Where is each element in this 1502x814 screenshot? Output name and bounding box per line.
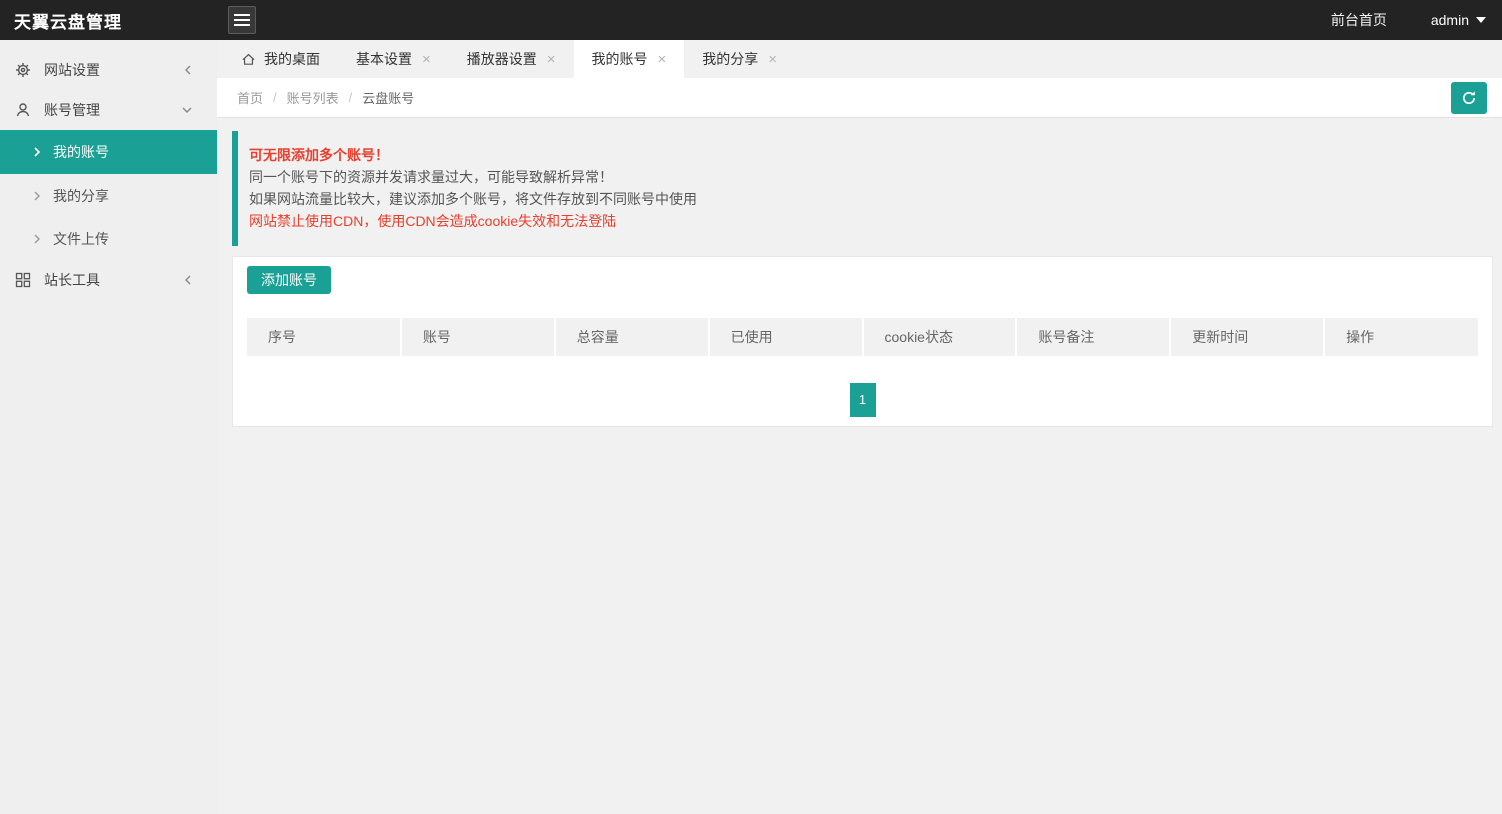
tab-label: 我的分享 (702, 49, 758, 69)
tab-bar: 我的桌面 基本设置 × 播放器设置 × 我的账号 × 我的分享 × (217, 40, 1502, 78)
column-header-used: 已使用 (709, 318, 863, 356)
sidebar-item-label: 网站设置 (44, 60, 100, 80)
notice-line: 同一个账号下的资源并发请求量过大，可能导致解析异常！ (249, 166, 1478, 188)
gear-icon (15, 62, 31, 78)
main-area: 我的桌面 基本设置 × 播放器设置 × 我的账号 × 我的分享 × 首页 / 账… (217, 40, 1502, 814)
breadcrumb-separator: / (349, 90, 353, 105)
column-header-account: 账号 (401, 318, 555, 356)
notice-line: 可无限添加多个账号！ (249, 144, 1478, 166)
column-header-actions: 操作 (1324, 318, 1478, 356)
tab-my-accounts[interactable]: 我的账号 × (574, 40, 685, 78)
column-header-index: 序号 (247, 318, 401, 356)
notice-line: 网站禁止使用CDN，使用CDN会造成cookie失效和无法登陆 (249, 210, 1478, 232)
home-icon (241, 52, 256, 67)
page-content: 可无限添加多个账号！ 同一个账号下的资源并发请求量过大，可能导致解析异常！ 如果… (217, 118, 1502, 427)
empty-table-body (247, 356, 1478, 383)
close-icon[interactable]: × (422, 52, 431, 67)
hamburger-icon (234, 13, 250, 27)
sidebar-item-label: 站长工具 (44, 270, 100, 290)
tab-my-shares[interactable]: 我的分享 × (684, 40, 795, 78)
chevron-left-icon (183, 64, 193, 76)
chevron-right-icon (33, 146, 41, 158)
close-icon[interactable]: × (547, 52, 556, 67)
refresh-icon (1461, 90, 1477, 106)
sidebar-item-label: 账号管理 (44, 100, 100, 120)
page-number-button[interactable]: 1 (850, 383, 876, 417)
tab-label: 我的账号 (592, 49, 648, 69)
tab-label: 播放器设置 (467, 49, 537, 69)
breadcrumb: 首页 / 账号列表 / 云盘账号 (217, 78, 1502, 118)
top-header: 天翼云盘管理 前台首页 admin (0, 0, 1502, 40)
chevron-left-icon (183, 274, 193, 286)
grid-icon (15, 272, 31, 288)
sidebar-item-my-shares[interactable]: 我的分享 (0, 174, 217, 217)
app-title: 天翼云盘管理 (0, 8, 217, 33)
caret-down-icon (1476, 17, 1486, 23)
sidebar-item-label: 文件上传 (53, 229, 109, 249)
tab-label: 我的桌面 (264, 49, 320, 69)
user-menu[interactable]: admin (1431, 12, 1486, 28)
sidebar-item-account-management[interactable]: 账号管理 (0, 90, 217, 130)
sidebar-item-label: 我的分享 (53, 186, 109, 206)
sidebar: 网站设置 账号管理 我的账号 我的分享 文件上传 (0, 40, 217, 814)
column-header-account-remark: 账号备注 (1016, 318, 1170, 356)
table-header-row: 序号 账号 总容量 已使用 cookie状态 账号备注 更新时间 操作 (247, 318, 1478, 356)
frontend-home-link[interactable]: 前台首页 (1331, 10, 1387, 30)
sidebar-item-label: 我的账号 (53, 142, 109, 162)
chevron-right-icon (33, 233, 41, 245)
column-header-update-time: 更新时间 (1170, 318, 1324, 356)
column-header-cookie-status: cookie状态 (863, 318, 1017, 356)
user-icon (15, 102, 31, 118)
breadcrumb-account-list[interactable]: 账号列表 (287, 88, 339, 107)
column-header-total-capacity: 总容量 (555, 318, 709, 356)
add-account-button[interactable]: 添加账号 (247, 266, 331, 294)
sidebar-item-webmaster-tools[interactable]: 站长工具 (0, 260, 217, 300)
tab-basic-settings[interactable]: 基本设置 × (338, 40, 449, 78)
notice-block: 可无限添加多个账号！ 同一个账号下的资源并发请求量过大，可能导致解析异常！ 如果… (232, 131, 1493, 246)
tab-player-settings[interactable]: 播放器设置 × (449, 40, 574, 78)
username: admin (1431, 12, 1469, 28)
sidebar-item-site-settings[interactable]: 网站设置 (0, 50, 217, 90)
breadcrumb-separator: / (273, 90, 277, 105)
notice-line: 如果网站流量比较大，建议添加多个账号，将文件存放到不同账号中使用 (249, 188, 1478, 210)
chevron-right-icon (33, 190, 41, 202)
sidebar-item-file-upload[interactable]: 文件上传 (0, 217, 217, 260)
tab-my-desktop[interactable]: 我的桌面 (223, 40, 338, 78)
tab-label: 基本设置 (356, 49, 412, 69)
close-icon[interactable]: × (658, 52, 667, 67)
chevron-down-icon (181, 105, 193, 115)
breadcrumb-home[interactable]: 首页 (237, 88, 263, 107)
sidebar-item-my-accounts[interactable]: 我的账号 (0, 130, 217, 174)
sidebar-toggle-button[interactable] (228, 6, 256, 34)
refresh-button[interactable] (1451, 82, 1487, 114)
breadcrumb-current: 云盘账号 (362, 88, 414, 107)
pagination: 1 (247, 383, 1478, 417)
close-icon[interactable]: × (768, 52, 777, 67)
accounts-card: 添加账号 序号 账号 总容量 已使用 cookie状态 账号备注 更新时间 操作 (232, 256, 1493, 427)
accounts-table: 序号 账号 总容量 已使用 cookie状态 账号备注 更新时间 操作 (247, 318, 1478, 356)
